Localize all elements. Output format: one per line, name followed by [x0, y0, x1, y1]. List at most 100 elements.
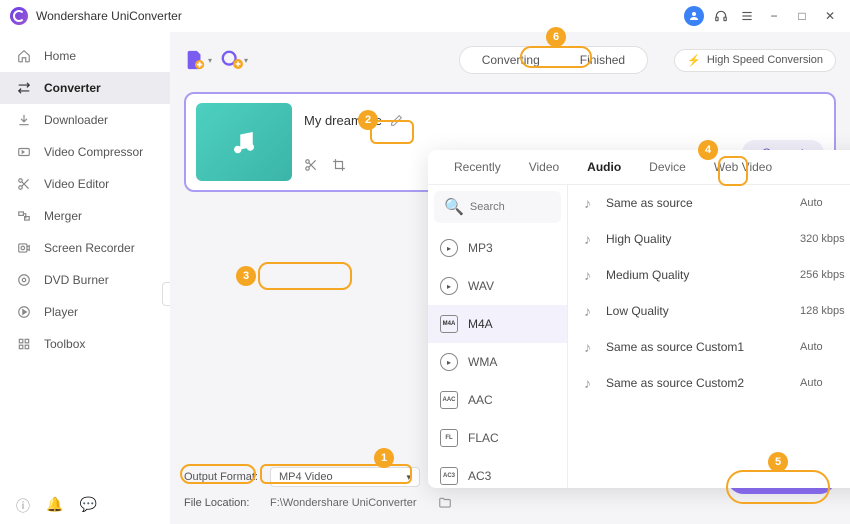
sidebar-item-merger[interactable]: Merger: [0, 200, 170, 232]
quality-row[interactable]: ♪Low Quality128 kbps: [568, 293, 850, 329]
main: Home Converter Downloader Video Compress…: [0, 32, 850, 524]
footer-icons: ⓘ 🔔 💬: [16, 496, 97, 516]
app-title: Wondershare UniConverter: [36, 9, 684, 23]
sidebar-item-downloader[interactable]: Downloader: [0, 104, 170, 136]
music-icon: ♪: [584, 267, 606, 283]
sidebar-item-label: Toolbox: [44, 337, 85, 351]
music-icon: ♪: [584, 339, 606, 355]
sidebar-item-converter[interactable]: Converter: [0, 72, 170, 104]
audio-format-icon: M4A: [440, 315, 458, 333]
help-icon[interactable]: ⓘ: [16, 496, 30, 516]
format-label: AC3: [468, 469, 491, 483]
format-dropdown: Recently Video Audio Device Web Video 🔍 …: [428, 150, 850, 488]
folder-icon[interactable]: [438, 496, 452, 510]
tab-video[interactable]: Video: [515, 150, 573, 184]
sidebar-item-label: Converter: [44, 81, 101, 95]
format-label: WAV: [468, 279, 494, 293]
annotation-marker-3: 3: [236, 266, 256, 286]
search-icon: 🔍: [444, 197, 464, 217]
tab-converting[interactable]: Converting: [462, 49, 560, 71]
annotation-marker-6: 6: [546, 27, 566, 47]
audio-format-icon: FL: [440, 429, 458, 447]
music-icon: ♪: [584, 195, 606, 211]
edit-title-icon[interactable]: [390, 114, 403, 127]
output-format-select[interactable]: MP4 Video▾: [270, 467, 420, 487]
bell-icon[interactable]: 🔔: [46, 496, 63, 516]
sidebar-item-editor[interactable]: Video Editor: [0, 168, 170, 200]
output-format-label: Output Format:: [184, 471, 262, 483]
sidebar-item-label: Screen Recorder: [44, 241, 135, 255]
recorder-icon: [16, 240, 32, 256]
format-m4a[interactable]: M4AM4A: [428, 305, 567, 343]
quality-label: High Quality: [606, 232, 800, 246]
format-label: MP3: [468, 241, 493, 255]
add-file-button[interactable]: ▾: [184, 46, 212, 74]
sidebar-item-player[interactable]: Player: [0, 296, 170, 328]
quality-rate: 256 kbps: [800, 269, 850, 281]
grid-icon: [16, 336, 32, 352]
audio-format-icon: ▸: [440, 353, 458, 371]
music-icon: ♪: [584, 231, 606, 247]
sidebar-item-home[interactable]: Home: [0, 40, 170, 72]
audio-format-icon: ▸: [440, 277, 458, 295]
maximize-button[interactable]: □: [792, 6, 812, 26]
headset-icon[interactable]: [712, 7, 730, 25]
high-speed-toggle[interactable]: ⚡High Speed Conversion: [674, 49, 836, 72]
sidebar-item-label: Video Editor: [44, 177, 109, 191]
quality-rate: 320 kbps: [800, 233, 850, 245]
annotation-marker-4: 4: [698, 140, 718, 160]
format-mp3[interactable]: ▸ MP3: [428, 229, 567, 267]
sidebar-item-compressor[interactable]: Video Compressor: [0, 136, 170, 168]
format-wav[interactable]: ▸ WAV: [428, 267, 567, 305]
quality-list: ♪Same as sourceAuto ♪High Quality320 kbp…: [568, 185, 850, 488]
annotation-marker-1: 1: [374, 448, 394, 468]
tab-finished[interactable]: Finished: [560, 49, 645, 71]
quality-label: Medium Quality: [606, 268, 800, 282]
format-flac[interactable]: FLFLAC: [428, 419, 567, 457]
play-icon: [16, 304, 32, 320]
quality-label: Same as source Custom2: [606, 376, 800, 390]
format-label: AAC: [468, 393, 493, 407]
crop-icon[interactable]: [332, 158, 346, 172]
sidebar: Home Converter Downloader Video Compress…: [0, 32, 170, 524]
content-area: ▾ ▾ Converting Finished ⚡High Speed Conv…: [170, 32, 850, 524]
close-button[interactable]: ✕: [820, 6, 840, 26]
sidebar-item-recorder[interactable]: Screen Recorder: [0, 232, 170, 264]
titlebar-right: − □ ✕: [684, 6, 840, 26]
user-icon[interactable]: [684, 6, 704, 26]
format-ac3[interactable]: AC3 AC3: [428, 457, 567, 488]
sidebar-item-dvd[interactable]: DVD Burner: [0, 264, 170, 296]
tab-recently[interactable]: Recently: [440, 150, 515, 184]
format-wma[interactable]: ▸ WMA: [428, 343, 567, 381]
quality-rate: Auto: [800, 377, 850, 389]
audio-format-icon: ▸: [440, 239, 458, 257]
location-row: File Location: F:\Wondershare UniConvert…: [184, 490, 836, 516]
quality-row[interactable]: ♪Same as source Custom1Auto: [568, 329, 850, 365]
tab-audio[interactable]: Audio: [573, 150, 635, 184]
audio-format-icon: AC3: [440, 467, 458, 485]
home-icon: [16, 48, 32, 64]
tab-device[interactable]: Device: [635, 150, 700, 184]
search-input[interactable]: [470, 201, 551, 213]
menu-icon[interactable]: [738, 7, 756, 25]
trim-icon[interactable]: [304, 158, 318, 172]
add-url-button[interactable]: ▾: [220, 46, 248, 74]
quality-row[interactable]: ♪Same as source Custom2Auto: [568, 365, 850, 401]
converter-icon: [16, 80, 32, 96]
format-search[interactable]: 🔍: [434, 191, 561, 223]
sidebar-item-label: Home: [44, 49, 76, 63]
feedback-icon[interactable]: 💬: [79, 496, 96, 516]
quality-row[interactable]: ♪High Quality320 kbps: [568, 221, 850, 257]
quality-rate: Auto: [800, 341, 850, 353]
quality-label: Same as source Custom1: [606, 340, 800, 354]
format-label: WMA: [468, 355, 497, 369]
quality-rate: Auto: [800, 197, 850, 209]
format-aac[interactable]: AACAAC: [428, 381, 567, 419]
music-icon: ♪: [584, 375, 606, 391]
compressor-icon: [16, 144, 32, 160]
quality-row[interactable]: ♪Same as sourceAuto: [568, 185, 850, 221]
quality-row[interactable]: ♪Medium Quality256 kbps: [568, 257, 850, 293]
sidebar-item-toolbox[interactable]: Toolbox: [0, 328, 170, 360]
sidebar-item-label: Merger: [44, 209, 82, 223]
minimize-button[interactable]: −: [764, 6, 784, 26]
